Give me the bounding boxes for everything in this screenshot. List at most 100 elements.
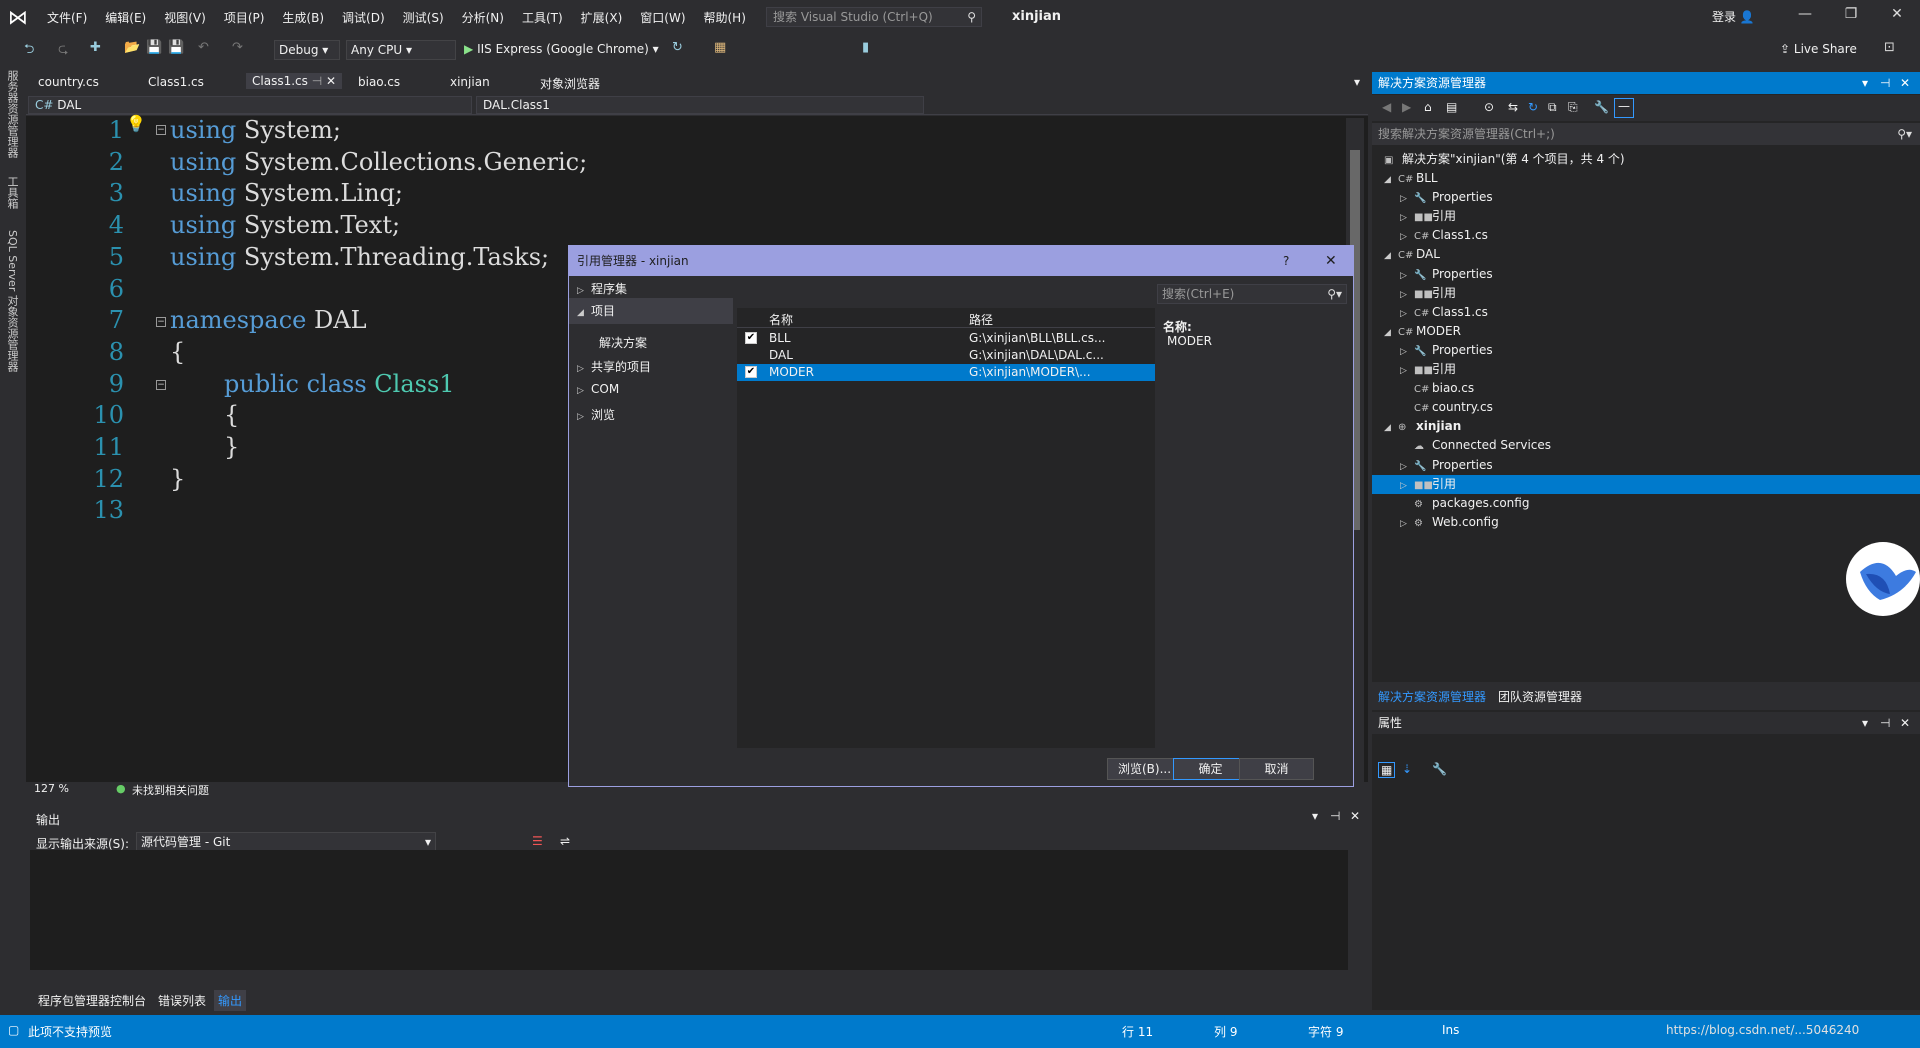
tab-object-browser[interactable]: 对象浏览器 <box>540 75 600 92</box>
solution-root-node[interactable]: ▣ 解决方案"xinjian"(第 4 个项目，共 4 个) <box>1384 150 1625 167</box>
tree-node[interactable]: C# country.cs <box>1400 398 1493 417</box>
nav-assemblies[interactable]: ▷ 程序集 <box>577 280 627 297</box>
properties-wrench-icon[interactable]: 🔧 <box>1594 100 1609 114</box>
switch-views-icon[interactable]: ▤ <box>1446 100 1457 114</box>
tab-biao-cs[interactable]: biao.cs <box>358 75 400 89</box>
tree-node[interactable]: ▷ ⚙ Web.config <box>1400 513 1499 532</box>
preview-icon[interactable]: — <box>1614 98 1634 118</box>
menu-extensions[interactable]: 扩展(X) <box>572 9 632 26</box>
nav-solution[interactable]: 解决方案 <box>599 334 647 351</box>
close-icon[interactable]: ✕ <box>1900 72 1910 94</box>
solution-platform-select[interactable]: Any CPU ▾ <box>346 40 456 60</box>
tree-node[interactable]: ▷ ■■引用 <box>1400 207 1456 226</box>
project-dropdown[interactable]: C# DAL <box>28 96 472 114</box>
collapse-all-icon[interactable]: ⧉ <box>1548 100 1557 115</box>
tree-node[interactable]: ▷ C# Class1.cs <box>1400 226 1488 245</box>
tab-overflow-icon[interactable]: ▾ <box>1354 75 1360 89</box>
undo-icon[interactable]: ↶ <box>198 40 209 55</box>
word-wrap-icon[interactable]: ⇌ <box>560 834 570 848</box>
toolbox-tab[interactable]: 工具箱 <box>4 176 20 209</box>
server-explorer-tab[interactable]: 服务器资源管理器 <box>4 70 20 158</box>
browse-button[interactable]: 浏览(B)... <box>1107 758 1182 780</box>
tab-close-icon[interactable]: ✕ <box>326 74 336 88</box>
class-dropdown[interactable]: DAL.Class1 <box>476 96 924 114</box>
tree-node[interactable]: ☁ Connected Services <box>1400 436 1551 455</box>
pin-icon[interactable]: ⊣ <box>1880 72 1890 94</box>
menu-edit[interactable]: 编辑(E) <box>96 9 155 26</box>
code-line[interactable]: using System.Text; <box>170 211 400 239</box>
collapse-icon[interactable]: ◢ <box>1384 171 1398 190</box>
assistant-bird-icon[interactable] <box>1846 542 1920 616</box>
back-icon[interactable]: ⮌ <box>24 40 34 62</box>
tab-output[interactable]: 输出 <box>214 990 247 1011</box>
show-all-files-icon[interactable]: ⎘ <box>1568 100 1578 115</box>
panel-menu-icon[interactable]: ▾ <box>1862 72 1868 94</box>
collapse-icon[interactable]: ◢ <box>1384 324 1398 343</box>
tab-team-explorer[interactable]: 团队资源管理器 <box>1498 688 1582 705</box>
tree-node[interactable]: ▷ ■■引用 <box>1400 284 1456 303</box>
redo-icon[interactable]: ↷ <box>232 40 243 55</box>
save-all-icon[interactable]: 💾 <box>168 40 184 55</box>
fold-toggle-class[interactable]: − <box>156 380 166 390</box>
menu-test[interactable]: 测试(S) <box>394 9 453 26</box>
menu-debug[interactable]: 调试(D) <box>333 9 394 26</box>
minimize-button[interactable]: — <box>1790 6 1820 28</box>
clear-all-icon[interactable]: ☰ <box>532 834 543 848</box>
sync-icon[interactable]: ⇆ <box>1508 100 1518 114</box>
code-line[interactable]: } <box>224 433 239 461</box>
browser-link-icon[interactable]: ▦ <box>714 40 726 55</box>
panel-menu-icon[interactable]: ▾ <box>1862 712 1868 734</box>
collapse-icon[interactable]: ◢ <box>1384 247 1398 266</box>
tree-node[interactable]: ▷ ■■引用 <box>1372 474 1920 494</box>
pending-changes-icon[interactable]: ⊙ <box>1484 100 1494 114</box>
tree-node[interactable]: ◢ C# MODER <box>1384 322 1461 341</box>
output-text-area[interactable] <box>30 850 1348 970</box>
list-item[interactable]: DAL G:\xinjian\DAL\DAL.c... <box>737 347 1155 364</box>
bookmark-icon[interactable]: ▮ <box>862 40 869 55</box>
categorized-icon[interactable]: ▦ <box>1378 762 1396 778</box>
solution-config-select[interactable]: Debug ▾ <box>274 40 340 60</box>
reference-checkbox[interactable]: ✔ <box>745 366 757 378</box>
tree-node[interactable]: ▷ 🔧 Properties <box>1400 341 1493 360</box>
issues-status[interactable]: 未找到相关问题 <box>132 782 209 798</box>
fold-toggle-namespace[interactable]: − <box>156 317 166 327</box>
fold-toggle-usings[interactable]: − <box>156 125 166 135</box>
live-share-button[interactable]: ⇪ Live Share <box>1780 40 1857 60</box>
home-icon[interactable]: ⌂ <box>1424 100 1432 114</box>
nav-projects[interactable]: ◢ 项目 <box>569 298 733 324</box>
code-line[interactable]: using System; <box>170 116 341 144</box>
column-path-header[interactable]: 路径 <box>969 311 993 328</box>
tab-class1-cs-dal[interactable]: Class1.cs ⊣ ✕ <box>246 73 343 89</box>
panel-menu-icon[interactable]: ▾ <box>1312 809 1318 823</box>
dialog-search-input[interactable]: 搜索(Ctrl+E) ⚲▾ <box>1157 284 1347 304</box>
tree-node[interactable]: ◢ C# BLL <box>1384 169 1438 188</box>
collapse-icon[interactable]: ◢ <box>1384 419 1398 438</box>
code-line[interactable]: { <box>170 338 185 366</box>
zoom-level[interactable]: 127 % <box>34 782 69 795</box>
tab-error-list[interactable]: 错误列表 <box>158 992 206 1009</box>
dialog-close-icon[interactable]: ✕ <box>1325 246 1337 276</box>
tab-xinjian[interactable]: xinjian <box>450 75 490 89</box>
alphabetical-icon[interactable]: ⇣ <box>1402 762 1412 776</box>
code-line[interactable]: using System.Threading.Tasks; <box>170 243 549 271</box>
forward-icon[interactable]: ⮎ <box>58 40 68 62</box>
ok-button[interactable]: 确定 <box>1173 758 1248 780</box>
menu-help[interactable]: 帮助(H) <box>695 9 755 26</box>
tab-class1-cs-bll[interactable]: Class1.cs <box>148 75 204 89</box>
tab-package-manager-console[interactable]: 程序包管理器控制台 <box>38 992 146 1009</box>
menu-file[interactable]: 文件(F) <box>38 9 96 26</box>
nav-browse[interactable]: ▷ 浏览 <box>577 406 615 423</box>
tree-node[interactable]: ▷ 🔧 Properties <box>1400 265 1493 284</box>
start-debug-button[interactable]: ▶ IIS Express (Google Chrome) ▾ <box>464 40 659 60</box>
code-line[interactable]: public class Class1 <box>224 370 455 398</box>
tree-node[interactable]: ▷ ■■引用 <box>1400 360 1456 379</box>
tree-node[interactable]: ▷ C# Class1.cs <box>1400 303 1488 322</box>
tree-node[interactable]: C# biao.cs <box>1400 379 1474 398</box>
vs-search-input[interactable]: 搜索 Visual Studio (Ctrl+Q) ⚲ <box>766 7 982 27</box>
nav-com[interactable]: ▷ COM <box>577 382 619 396</box>
sql-server-explorer-tab[interactable]: SQL Server 对象资源管理器 <box>4 230 20 372</box>
code-line[interactable]: } <box>170 465 185 493</box>
menu-analyze[interactable]: 分析(N) <box>453 9 513 26</box>
list-item-selected[interactable]: ✔ MODER G:\xinjian\MODER\... <box>737 364 1155 381</box>
tree-node[interactable]: ▷ 🔧 Properties <box>1400 188 1493 207</box>
